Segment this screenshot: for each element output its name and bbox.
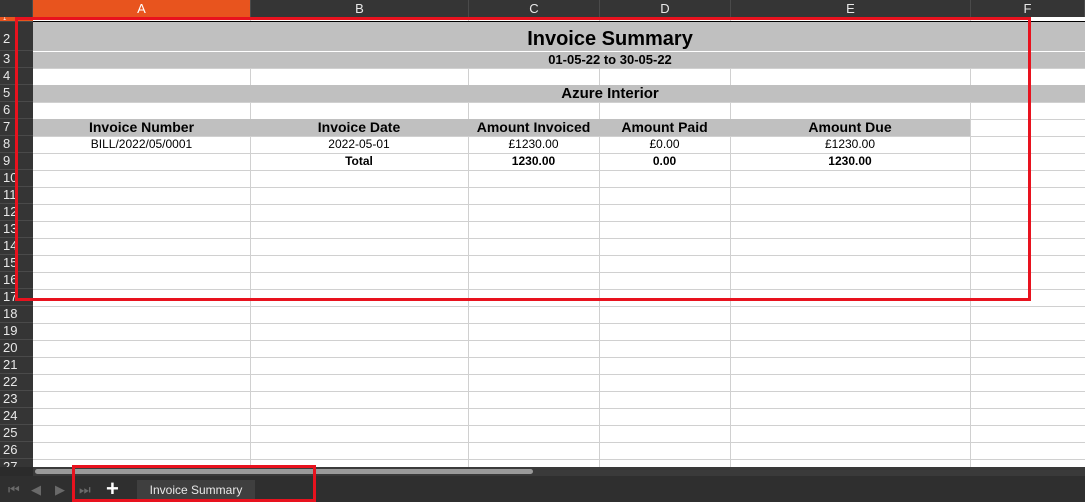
row-header-12[interactable]: 12: [0, 204, 33, 221]
first-sheet-icon[interactable]: ⏮: [8, 482, 20, 498]
grid-row-line: [33, 323, 1085, 324]
grid-row-line: [33, 102, 1085, 103]
header-invoice-number: Invoice Number: [88, 119, 195, 135]
cell-invoice-number[interactable]: BILL/2022/05/0001: [33, 136, 250, 153]
report-date-range: 01-05-22 to 30-05-22: [548, 52, 672, 67]
grid-row-line: [33, 272, 1085, 273]
title-top-border: [33, 21, 1085, 22]
scrollbar-thumb[interactable]: [35, 469, 533, 474]
row-header-13[interactable]: 13: [0, 221, 33, 238]
grid-row-line: [33, 187, 1085, 188]
grid-row-line: [33, 170, 1085, 171]
row-header-6[interactable]: 6: [0, 102, 33, 119]
grid-row-line: [33, 425, 1085, 426]
grid-row-line: [33, 238, 1085, 239]
grid-row-line: [33, 408, 1085, 409]
add-sheet-icon[interactable]: +: [106, 478, 119, 500]
previous-sheet-icon[interactable]: ◀: [31, 482, 41, 498]
total-label[interactable]: Total: [250, 153, 468, 170]
last-sheet-icon[interactable]: ⏭: [79, 482, 91, 498]
total-amount-invoiced[interactable]: 1230.00: [468, 153, 599, 170]
row-header-5[interactable]: 5: [0, 85, 33, 102]
total-amount-paid[interactable]: 0.00: [599, 153, 730, 170]
total-amount-due[interactable]: 1230.00: [730, 153, 970, 170]
row-header-15[interactable]: 15: [0, 255, 33, 272]
row-header-22[interactable]: 22: [0, 374, 33, 391]
row-header-2[interactable]: 2: [0, 22, 33, 51]
cell-grid[interactable]: Invoice Summary 01-05-22 to 30-05-22 Azu…: [33, 17, 1085, 467]
grid-row-line: [33, 340, 1085, 341]
column-header-b[interactable]: B: [251, 0, 469, 17]
row-header-21[interactable]: 21: [0, 357, 33, 374]
partner-name: Azure Interior: [561, 85, 659, 102]
header-amount-paid: Amount Paid: [621, 119, 708, 135]
row-header-4[interactable]: 4: [0, 68, 33, 85]
cell-amount-paid[interactable]: £0.00: [599, 136, 730, 153]
next-sheet-icon[interactable]: ▶: [55, 482, 65, 498]
grid-row-line: [33, 357, 1085, 358]
grid-row-line: [33, 289, 1085, 290]
cell-invoice-date[interactable]: 2022-05-01: [250, 136, 468, 153]
header-invoice-date: Invoice Date: [317, 119, 401, 135]
report-title: Invoice Summary: [527, 28, 693, 50]
row-header-17[interactable]: 17: [0, 289, 33, 306]
row-header-18[interactable]: 18: [0, 306, 33, 323]
horizontal-scrollbar[interactable]: [33, 467, 1085, 476]
column-header-f[interactable]: F: [971, 0, 1085, 17]
row-header-3[interactable]: 3: [0, 51, 33, 68]
grid-row-line: [33, 68, 1085, 69]
grid-row-line: [33, 221, 1085, 222]
grid-row-line: [33, 204, 1085, 205]
grid-row-line: [33, 442, 1085, 443]
row-header-8[interactable]: 8: [0, 136, 33, 153]
column-header-c[interactable]: C: [469, 0, 600, 17]
row-header-20[interactable]: 20: [0, 340, 33, 357]
row-header-23[interactable]: 23: [0, 391, 33, 408]
column-header-bar: A B C D E F: [0, 0, 1085, 17]
select-all-corner[interactable]: [0, 0, 33, 17]
grid-row-line: [33, 306, 1085, 307]
cell-amount-invoiced[interactable]: £1230.00: [468, 136, 599, 153]
cell-amount-due[interactable]: £1230.00: [730, 136, 970, 153]
grid-row-line: [33, 374, 1085, 375]
header-amount-due: Amount Due: [808, 119, 892, 135]
row-header-24[interactable]: 24: [0, 408, 33, 425]
row-header-16[interactable]: 16: [0, 272, 33, 289]
row-header-19[interactable]: 19: [0, 323, 33, 340]
header-amount-invoiced: Amount Invoiced: [476, 119, 591, 135]
row-header-10[interactable]: 10: [0, 170, 33, 187]
grid-row-line: [33, 255, 1085, 256]
grid-row-line: [33, 459, 1085, 460]
column-header-e[interactable]: E: [731, 0, 971, 17]
row-header-11[interactable]: 11: [0, 187, 33, 204]
sheet-tab-invoice-summary[interactable]: Invoice Summary: [137, 480, 255, 500]
column-header-a[interactable]: A: [33, 0, 251, 17]
column-header-d[interactable]: D: [600, 0, 731, 17]
row-header-14[interactable]: 14: [0, 238, 33, 255]
row-header-26[interactable]: 26: [0, 442, 33, 459]
grid-row-line: [33, 391, 1085, 392]
row-header-27[interactable]: 27: [0, 459, 33, 467]
row-header-7[interactable]: 7: [0, 119, 33, 136]
row-header-bar: 1 2 3 4 5 6 7 8 9 10 11 12 13 14 15 16 1…: [0, 17, 33, 467]
row-header-25[interactable]: 25: [0, 425, 33, 442]
row-header-9[interactable]: 9: [0, 153, 33, 170]
sheet-tab-bar: ⏮ ◀ ▶ ⏭ + Invoice Summary: [0, 476, 1085, 502]
